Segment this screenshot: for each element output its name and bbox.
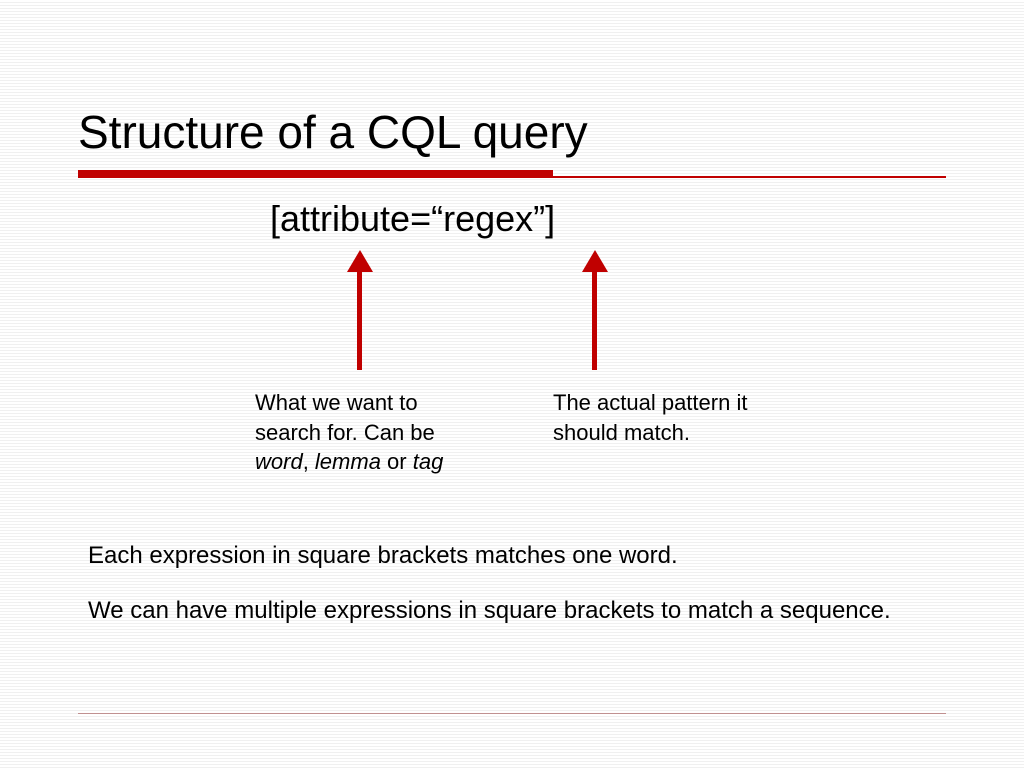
title-underline-thick (78, 170, 553, 178)
caption-regex: The actual pattern it should match. (553, 388, 853, 447)
footer-divider (78, 713, 946, 714)
title-underline-thin (553, 176, 946, 178)
arrow-regex (580, 250, 610, 370)
caption-text: should match. (553, 420, 690, 445)
caption-italic-word: word (255, 449, 303, 474)
caption-text: The actual pattern it (553, 390, 747, 415)
caption-text: What we want to (255, 390, 418, 415)
caption-attribute: What we want to search for. Can be word,… (255, 388, 535, 477)
caption-italic-tag: tag (413, 449, 444, 474)
slide: Structure of a CQL query [attribute=“reg… (0, 0, 1024, 768)
arrow-shaft (592, 260, 597, 370)
caption-italic-lemma: lemma (315, 449, 381, 474)
caption-text: search for. Can be (255, 420, 435, 445)
caption-sep: or (381, 449, 413, 474)
note-single-word: Each expression in square brackets match… (88, 540, 938, 572)
cql-formula: [attribute=“regex”] (270, 198, 555, 240)
slide-title: Structure of a CQL query (78, 105, 1024, 159)
note-sequence: We can have multiple expressions in squa… (88, 595, 938, 627)
caption-sep: , (303, 449, 315, 474)
arrow-shaft (357, 260, 362, 370)
arrow-attribute (345, 250, 375, 370)
